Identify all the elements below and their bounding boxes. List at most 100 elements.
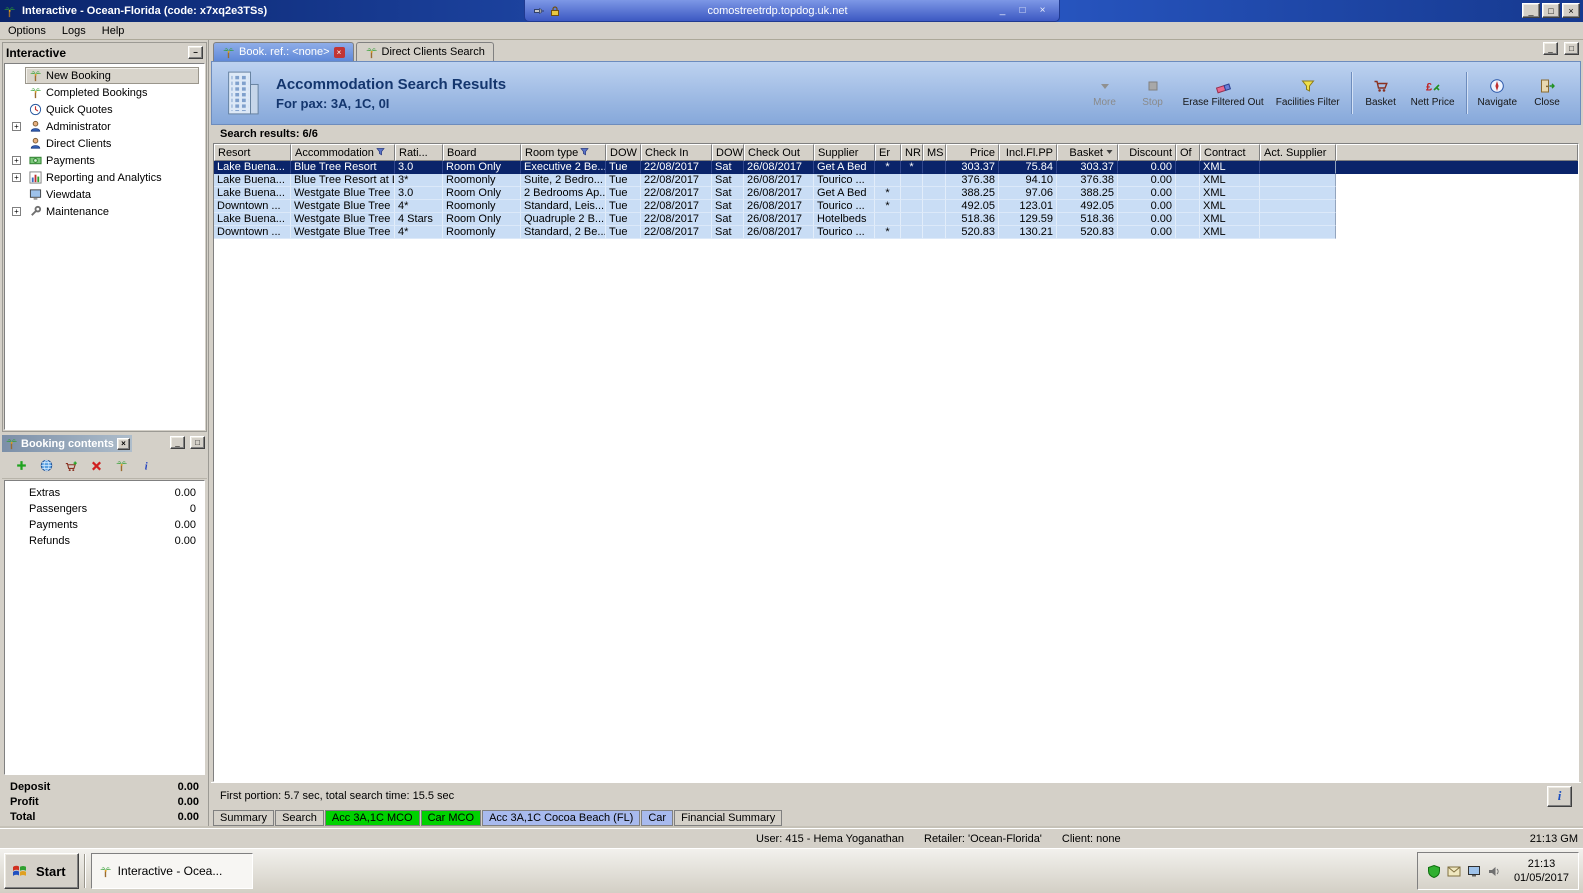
column-header-contract[interactable]: Contract bbox=[1200, 144, 1260, 161]
volume-tray-icon[interactable] bbox=[1487, 865, 1500, 878]
grid-header: Resort Accommodation Rati... Board Room type… bbox=[214, 144, 1578, 161]
sidebar-item-new-booking[interactable]: +New Booking bbox=[5, 67, 204, 84]
close-button[interactable]: Close bbox=[1524, 69, 1570, 117]
result-row[interactable]: Lake Buena... Blue Tree Resort 3.0 Room Onl… bbox=[214, 161, 1578, 174]
mdi-restore-button[interactable]: □ bbox=[1564, 42, 1579, 55]
sidebar-item-payments[interactable]: + Payments bbox=[5, 152, 204, 169]
column-header-ms[interactable]: MS bbox=[923, 144, 946, 161]
sidebar-item-direct-clients[interactable]: +Direct Clients bbox=[5, 135, 204, 152]
booking-contents-titlebar[interactable]: Booking contents × bbox=[2, 435, 132, 452]
menu-options[interactable]: Options bbox=[0, 24, 54, 38]
bottom-tab-car[interactable]: Car bbox=[641, 810, 674, 826]
palm-icon bbox=[29, 69, 42, 82]
rdp-close-button[interactable]: × bbox=[1035, 4, 1051, 18]
display-tray-icon[interactable] bbox=[1467, 865, 1481, 878]
sidebar-item-reporting-and-analytics[interactable]: + Reporting and Analytics bbox=[5, 169, 204, 186]
column-header-act-supplier[interactable]: Act. Supplier bbox=[1260, 144, 1336, 161]
app-icon-small bbox=[99, 865, 112, 878]
delete-button[interactable] bbox=[87, 457, 105, 475]
panel-restore-button[interactable]: □ bbox=[190, 436, 205, 449]
column-header-dow[interactable]: DOW bbox=[606, 144, 641, 161]
result-row[interactable]: Lake Buena... Westgate Blue Tree ... 3.0 Ro… bbox=[214, 187, 1578, 200]
cell-nr: * bbox=[901, 161, 923, 174]
basket-add-button[interactable] bbox=[62, 457, 80, 475]
info-button[interactable]: i bbox=[1547, 785, 1572, 807]
column-header-discount[interactable]: Discount bbox=[1118, 144, 1176, 161]
rdp-minimize-button[interactable]: _ bbox=[995, 4, 1011, 18]
sidebar-item-viewdata[interactable]: +Viewdata bbox=[5, 186, 204, 203]
column-header-label: Er bbox=[879, 146, 890, 159]
filter-icon[interactable] bbox=[580, 147, 589, 159]
booking-total-value: 0.00 bbox=[177, 810, 199, 823]
bottom-tab-summary[interactable]: Summary bbox=[213, 810, 275, 826]
column-header-check-in[interactable]: Check In bbox=[641, 144, 712, 161]
result-row[interactable]: Downtown ... Westgate Blue Tree ... 4* Room… bbox=[214, 200, 1578, 213]
bottom-tab-search[interactable]: Search bbox=[275, 810, 324, 826]
window-close-button[interactable]: × bbox=[1562, 3, 1580, 18]
column-header-label: Resort bbox=[218, 146, 251, 159]
panel-minimize-button[interactable]: _ bbox=[170, 436, 185, 449]
cell-of bbox=[1176, 226, 1200, 239]
tab-direct-clients-search[interactable]: Direct Clients Search bbox=[355, 42, 494, 61]
result-row[interactable]: Downtown ... Westgate Blue Tree ... 4* Room… bbox=[214, 226, 1578, 239]
basket-button[interactable]: Basket bbox=[1358, 69, 1404, 117]
column-header-incl-fl-pp[interactable]: Incl.Fl.PP bbox=[999, 144, 1057, 161]
column-header-check-out[interactable]: Check Out bbox=[744, 144, 814, 161]
cell-room-type: Quadruple 2 B... bbox=[521, 213, 606, 226]
column-header-basket[interactable]: Basket bbox=[1057, 144, 1118, 161]
sidebar-item-quick-quotes[interactable]: +Quick Quotes bbox=[5, 101, 204, 118]
start-button[interactable]: Start bbox=[4, 853, 79, 889]
pin-icon[interactable] bbox=[533, 5, 545, 17]
tab-book-ref-none[interactable]: Book. ref.: <none> × bbox=[213, 42, 354, 61]
info-button[interactable]: i bbox=[137, 457, 155, 475]
expand-icon[interactable]: + bbox=[12, 122, 21, 131]
column-header-accommodation[interactable]: Accommodation bbox=[291, 144, 395, 161]
navigate-button[interactable]: Navigate bbox=[1473, 69, 1522, 117]
column-header-resort[interactable]: Resort bbox=[214, 144, 291, 161]
menu-help[interactable]: Help bbox=[94, 24, 133, 38]
column-header-label: Incl.Fl.PP bbox=[1005, 146, 1053, 159]
result-row[interactable]: Lake Buena...Blue Tree Resort at L...3*R… bbox=[214, 174, 1578, 187]
column-header-price[interactable]: Price bbox=[946, 144, 999, 161]
column-header-nr[interactable]: NR bbox=[901, 144, 923, 161]
mail-tray-icon[interactable] bbox=[1447, 865, 1461, 877]
facilities-filter-button[interactable]: Facilities Filter bbox=[1271, 69, 1345, 117]
taskbar-app-button[interactable]: Interactive - Ocea... bbox=[90, 853, 253, 889]
expand-icon[interactable]: + bbox=[12, 207, 21, 216]
palm-button[interactable] bbox=[112, 457, 130, 475]
result-row[interactable]: Lake Buena... Westgate Blue Tree ... 4 Sta… bbox=[214, 213, 1578, 226]
bottom-tab-car-mco[interactable]: Car MCO bbox=[420, 810, 482, 826]
column-header-board[interactable]: Board bbox=[443, 144, 521, 161]
tab-close-icon[interactable]: × bbox=[333, 46, 345, 58]
column-header-label: Basket bbox=[1069, 146, 1103, 159]
filter-icon bbox=[1300, 78, 1316, 94]
menu-logs[interactable]: Logs bbox=[54, 24, 94, 38]
erase-filtered-out-button[interactable]: Erase Filtered Out bbox=[1178, 69, 1269, 117]
globe-button[interactable] bbox=[37, 457, 55, 475]
window-minimize-button[interactable]: _ bbox=[1522, 3, 1540, 18]
booking-contents-close-button[interactable]: × bbox=[117, 437, 130, 450]
collapse-panel-button[interactable]: − bbox=[188, 46, 203, 59]
rdp-restore-button[interactable]: □ bbox=[1015, 4, 1031, 18]
bottom-tab-financial-summary[interactable]: Financial Summary bbox=[674, 810, 783, 826]
add-button[interactable] bbox=[12, 457, 30, 475]
column-header-rati[interactable]: Rati... bbox=[395, 144, 443, 161]
column-header-dow[interactable]: DOW bbox=[712, 144, 744, 161]
column-header-supplier[interactable]: Supplier bbox=[814, 144, 875, 161]
cell-ms bbox=[923, 161, 946, 174]
sidebar-item-completed-bookings[interactable]: +Completed Bookings bbox=[5, 84, 204, 101]
window-restore-button[interactable]: □ bbox=[1542, 3, 1560, 18]
expand-icon[interactable]: + bbox=[12, 173, 21, 182]
filter-icon[interactable] bbox=[376, 147, 385, 159]
sidebar-item-administrator[interactable]: + Administrator bbox=[5, 118, 204, 135]
bottom-tab-acc-3a-1c-mco[interactable]: Acc 3A,1C MCO bbox=[324, 810, 420, 826]
antivirus-tray-icon[interactable] bbox=[1427, 864, 1441, 878]
bottom-tab-acc-3a-1c-cocoa-beach-fl[interactable]: Acc 3A,1C Cocoa Beach (FL) bbox=[482, 810, 641, 826]
column-header-of[interactable]: Of bbox=[1176, 144, 1200, 161]
expand-icon[interactable]: + bbox=[12, 156, 21, 165]
nett-price-button[interactable]: £ Nett Price bbox=[1406, 69, 1460, 117]
column-header-room-type[interactable]: Room type bbox=[521, 144, 606, 161]
column-header-er[interactable]: Er bbox=[875, 144, 901, 161]
mdi-minimize-button[interactable]: _ bbox=[1543, 42, 1558, 55]
sidebar-item-maintenance[interactable]: + Maintenance bbox=[5, 203, 204, 220]
